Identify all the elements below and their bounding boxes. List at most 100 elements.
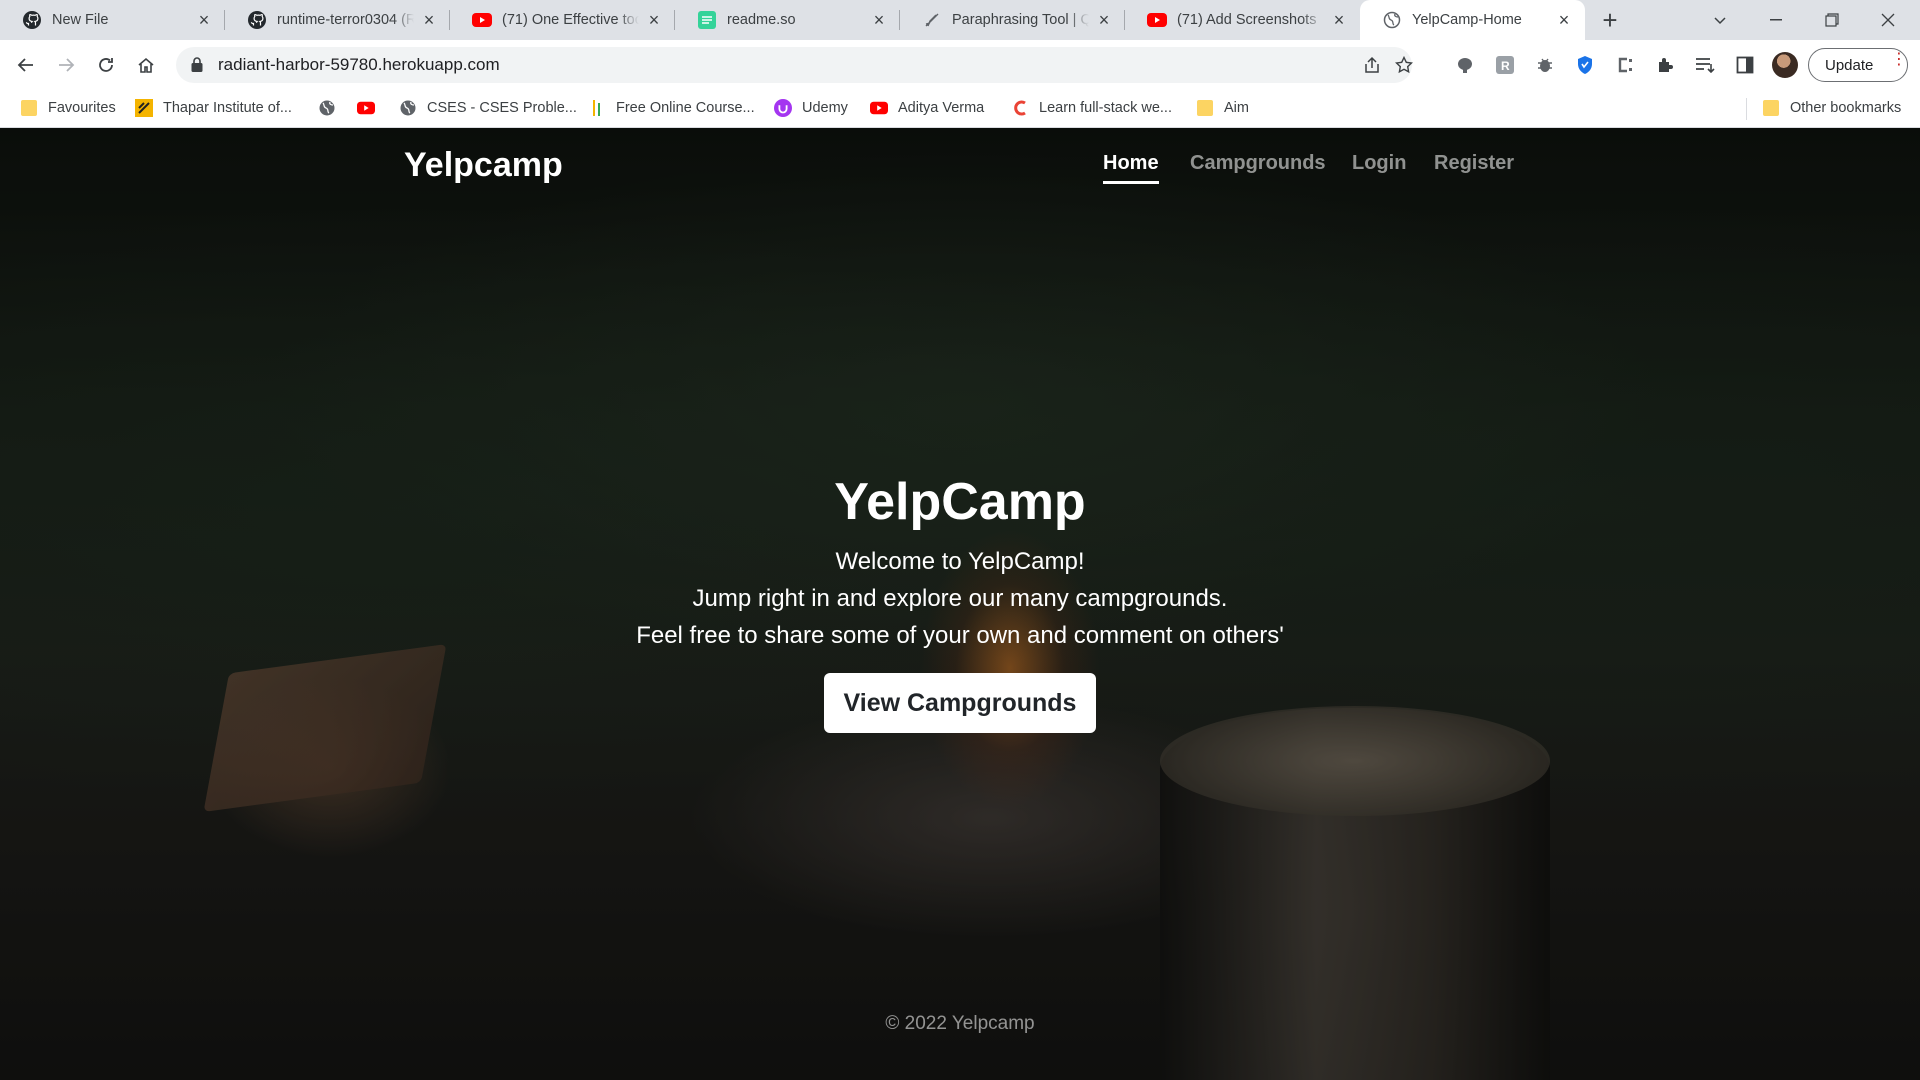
tab-title: readme.so [727,12,796,28]
address-bar[interactable]: radiant-harbor-59780.herokuapp.com [176,47,1414,83]
bookmark-thapar[interactable]: Thapar Institute of... [135,90,292,126]
close-window-button[interactable] [1860,0,1916,40]
bookmark-label: Thapar Institute of... [163,100,292,116]
hero-explore-line: Jump right in and explore our many campg… [692,585,1228,612]
c-icon [1011,99,1029,117]
extensions-puzzle-icon[interactable] [1654,54,1676,76]
youtube-icon [472,10,492,30]
hero-welcome-line: Welcome to YelpCamp! [835,548,1085,575]
readme-icon [697,10,717,30]
tab-title: Paraphrasing Tool | Q [952,12,1089,28]
tab-paraphrasing-tool[interactable]: Paraphrasing Tool | Q × [900,0,1125,40]
bookmarks-bar: Favourites Thapar Institute of... CSES -… [0,90,1920,128]
tab-close-icon[interactable]: × [1095,11,1113,29]
bookmark-aditya-verma[interactable]: Aditya Verma [870,90,984,126]
youtube-icon [1147,10,1167,30]
folder-icon [1196,99,1214,117]
globe-icon [318,99,336,117]
udemy-icon [774,99,792,117]
lock-icon[interactable] [190,56,204,78]
bookmark-youtube[interactable] [357,90,385,126]
bookmark-label: Udemy [802,100,848,116]
reading-list-icon[interactable] [1694,54,1716,76]
tab-close-icon[interactable]: × [195,11,213,29]
bookmark-label: Aim [1224,100,1249,116]
globe-icon [399,99,417,117]
tab-title: (71) Add Screenshots [1177,12,1317,28]
tab-close-icon[interactable]: × [1555,11,1573,29]
svg-text:R: R [1501,59,1510,73]
site-footer: © 2022 Yelpcamp [885,1013,1035,1034]
extension-brain-icon[interactable] [1454,54,1476,76]
bookmark-udemy[interactable]: Udemy [774,90,848,126]
course-icon [588,99,606,117]
profile-avatar[interactable] [1772,52,1798,78]
tab-title: New File [52,12,109,28]
nav-campgrounds[interactable]: Campgrounds [1190,152,1326,181]
extension-shield-icon[interactable] [1574,54,1596,76]
tab-close-icon[interactable]: × [870,11,888,29]
nav-login[interactable]: Login [1352,152,1406,181]
github-icon [22,10,42,30]
folder-icon [1762,99,1780,117]
tab-youtube-screenshots[interactable]: (71) Add Screenshots × [1125,0,1360,40]
tab-readme-so[interactable]: readme.so × [675,0,900,40]
bookmark-globe[interactable] [318,90,346,126]
tab-close-icon[interactable]: × [420,11,438,29]
tab-close-icon[interactable]: × [645,11,663,29]
quill-icon [922,10,942,30]
view-campgrounds-button[interactable]: View Campgrounds [824,673,1096,733]
update-button-label: Update [1825,56,1874,74]
bookmark-label: Other bookmarks [1790,100,1902,116]
bookmark-aim[interactable]: Aim [1196,90,1249,126]
new-tab-button[interactable]: + [1596,6,1624,34]
extension-c-icon[interactable] [1614,54,1636,76]
tab-strip: New File × runtime-terror0304 (R × (71) … [0,0,1920,40]
tab-youtube-effective[interactable]: (71) One Effective too × [450,0,675,40]
update-button[interactable]: Update ⋮ [1808,48,1908,82]
back-button[interactable] [10,49,42,81]
folder-icon [20,99,38,117]
youtube-icon [870,99,888,117]
side-panel-icon[interactable] [1734,54,1756,76]
tab-runtime-terror[interactable]: runtime-terror0304 (R × [225,0,450,40]
yelpcamp-page: Yelpcamp Home Campgrounds Login Register… [0,128,1920,1080]
reload-button[interactable] [90,49,122,81]
browser-toolbar: radiant-harbor-59780.herokuapp.com R Upd… [0,40,1920,90]
tab-close-icon[interactable]: × [1330,11,1348,29]
more-menu-icon[interactable]: ⋮ [1891,52,1907,68]
bookmark-learn-full-stack[interactable]: Learn full-stack we... [1011,90,1172,126]
tab-new-file[interactable]: New File × [0,0,225,40]
home-button[interactable] [130,49,162,81]
share-icon[interactable] [1362,55,1382,75]
bookmark-label: Free Online Course... [616,100,755,116]
tab-title: (71) One Effective too [502,12,639,28]
extension-r-icon[interactable]: R [1494,54,1516,76]
bookmark-favourites[interactable]: Favourites [20,90,116,126]
youtube-icon [357,99,375,117]
extension-bug-icon[interactable] [1534,54,1556,76]
site-brand[interactable]: Yelpcamp [404,146,563,185]
url-text[interactable]: radiant-harbor-59780.herokuapp.com [218,55,500,75]
bookmark-free-online-course[interactable]: Free Online Course... [588,90,755,126]
tab-title: YelpCamp-Home [1412,12,1522,28]
bookmarks-separator [1746,98,1747,120]
tab-title: runtime-terror0304 (R [277,12,414,28]
bookmark-cses[interactable]: CSES - CSES Proble... [399,90,577,126]
site-navbar: Yelpcamp Home Campgrounds Login Register [0,128,1920,208]
bookmark-label: Learn full-stack we... [1039,100,1172,116]
forward-button[interactable] [50,49,82,81]
bookmark-label: Aditya Verma [898,100,985,116]
thapar-icon [135,99,153,117]
nav-home[interactable]: Home [1103,152,1159,184]
minimize-button[interactable] [1748,0,1804,40]
bookmark-label: Favourites [48,100,116,116]
nav-register[interactable]: Register [1434,152,1514,181]
tab-yelpcamp-home[interactable]: YelpCamp-Home × [1360,0,1585,40]
bookmark-star-icon[interactable] [1394,55,1414,75]
globe-icon [1382,10,1402,30]
tab-search-chevron-icon[interactable] [1692,0,1748,40]
bookmark-other-bookmarks[interactable]: Other bookmarks [1762,90,1901,126]
bookmark-label: CSES - CSES Proble... [427,100,577,116]
restore-button[interactable] [1804,0,1860,40]
